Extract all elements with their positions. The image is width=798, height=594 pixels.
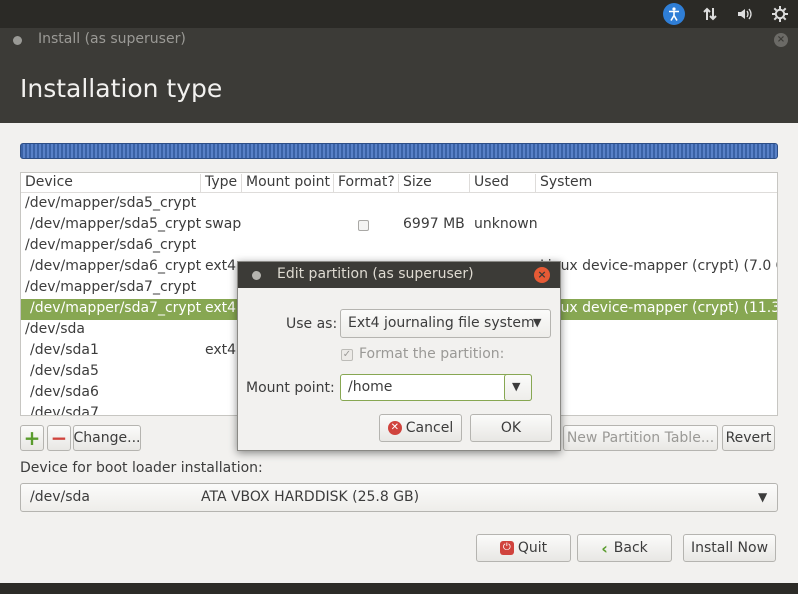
- plus-icon: +: [23, 426, 41, 450]
- use-as-value: Ext4 journaling file system: [348, 315, 535, 331]
- table-row[interactable]: /dev/mapper/sda6_crypt: [21, 236, 777, 257]
- cell-device: /dev/sda: [25, 321, 85, 337]
- quit-button[interactable]: ⏻ Quit: [476, 534, 571, 562]
- bootloader-description: ATA VBOX HARDDISK (25.8 GB): [201, 489, 420, 505]
- use-as-select[interactable]: Ext4 journaling file system ▼: [340, 309, 551, 338]
- power-icon: ⏻: [499, 541, 514, 555]
- bootloader-select[interactable]: /dev/sda ATA VBOX HARDDISK (25.8 GB) ▼: [20, 483, 778, 512]
- cell-type: swap: [205, 216, 242, 232]
- volume-icon[interactable]: [734, 3, 756, 25]
- page-title: Installation type: [20, 74, 223, 103]
- cell-system: Linux device-mapper (crypt) (7.0 GB): [540, 258, 778, 274]
- cell-system: Linux device-mapper (crypt) (11.3 GB): [540, 300, 778, 316]
- cell-device: /dev/sda7: [30, 405, 99, 416]
- window-bottom-edge: [0, 583, 798, 594]
- mount-point-label: Mount point:: [246, 380, 335, 396]
- table-row[interactable]: /dev/mapper/sda5_crypt: [21, 194, 777, 215]
- cell-device: /dev/mapper/sda6_crypt: [30, 258, 202, 274]
- table-row[interactable]: /dev/mapper/sda5_crypt swap 6997 MB unknown: [21, 215, 777, 236]
- mount-point-value: /home: [348, 379, 393, 395]
- column-device[interactable]: Device: [21, 174, 201, 192]
- back-label: Back: [613, 540, 648, 556]
- table-header: Device Type Mount point Format? Size Use…: [21, 173, 777, 193]
- system-gear-icon[interactable]: [769, 3, 791, 25]
- cell-device: /dev/mapper/sda6_crypt: [25, 237, 197, 253]
- column-used[interactable]: Used: [470, 174, 536, 192]
- chevron-down-icon: ▼: [533, 316, 542, 329]
- cell-device: /dev/mapper/sda5_crypt: [25, 195, 197, 211]
- format-checkbox[interactable]: ✓: [341, 349, 353, 361]
- bootloader-device: /dev/sda: [30, 489, 90, 505]
- cancel-button[interactable]: ✕ Cancel: [379, 414, 462, 442]
- window-title: Install (as superuser): [38, 31, 186, 47]
- column-size[interactable]: Size: [399, 174, 470, 192]
- minus-icon: −: [50, 426, 68, 450]
- format-checkbox[interactable]: [358, 220, 369, 231]
- cancel-label: Cancel: [405, 420, 454, 436]
- top-panel: [0, 0, 798, 28]
- page-header: Installation type: [0, 52, 798, 123]
- cancel-icon: ✕: [387, 421, 402, 435]
- dialog-titlebar: Edit partition (as superuser) ×: [238, 262, 560, 288]
- cell-type: ext4: [205, 300, 237, 316]
- column-type[interactable]: Type: [201, 174, 242, 192]
- window-titlebar: Install (as superuser) ×: [0, 28, 798, 52]
- accessibility-icon[interactable]: [663, 3, 685, 25]
- quit-label: Quit: [517, 540, 548, 556]
- install-now-button[interactable]: Install Now: [683, 534, 776, 562]
- cell-device: /dev/mapper/sda7_crypt: [30, 300, 202, 316]
- cell-device: /dev/sda5: [30, 363, 99, 379]
- change-button[interactable]: Change...: [73, 425, 141, 451]
- arrow-left-icon: ‹: [601, 538, 608, 558]
- use-as-label: Use as:: [286, 316, 338, 332]
- cell-type: ext4: [205, 258, 237, 274]
- ok-button[interactable]: OK: [470, 414, 552, 442]
- format-label: Format the partition:: [359, 346, 505, 362]
- edit-partition-dialog: Edit partition (as superuser) × Use as: …: [237, 261, 561, 451]
- window-close-button[interactable]: ×: [774, 33, 788, 47]
- cell-device: /dev/mapper/sda5_crypt: [30, 216, 202, 232]
- cell-size: 6997 MB: [403, 216, 465, 232]
- column-system[interactable]: System: [536, 174, 777, 192]
- revert-button[interactable]: Revert: [722, 425, 775, 451]
- bootloader-label: Device for boot loader installation:: [20, 460, 263, 476]
- chevron-down-icon: ▼: [512, 380, 521, 393]
- mount-point-dropdown-button[interactable]: ▼: [504, 374, 532, 401]
- cell-type: ext4: [205, 342, 237, 358]
- back-button[interactable]: ‹ Back: [577, 534, 672, 562]
- column-format[interactable]: Format?: [334, 174, 399, 192]
- network-icon[interactable]: [699, 3, 721, 25]
- cell-device: /dev/sda6: [30, 384, 99, 400]
- cell-device: /dev/sda1: [30, 342, 99, 358]
- window-menu-icon[interactable]: [13, 36, 22, 45]
- dialog-close-button[interactable]: ×: [534, 267, 550, 283]
- partition-bar: [20, 143, 778, 159]
- dialog-menu-icon[interactable]: [252, 271, 261, 280]
- new-partition-table-button[interactable]: New Partition Table...: [563, 425, 718, 451]
- cell-used: unknown: [474, 216, 538, 232]
- cell-device: /dev/mapper/sda7_crypt: [25, 279, 197, 295]
- chevron-down-icon: ▼: [758, 490, 768, 504]
- remove-partition-button[interactable]: −: [47, 425, 71, 451]
- dialog-title: Edit partition (as superuser): [277, 266, 474, 282]
- column-mount-point[interactable]: Mount point: [242, 174, 334, 192]
- add-partition-button[interactable]: +: [20, 425, 44, 451]
